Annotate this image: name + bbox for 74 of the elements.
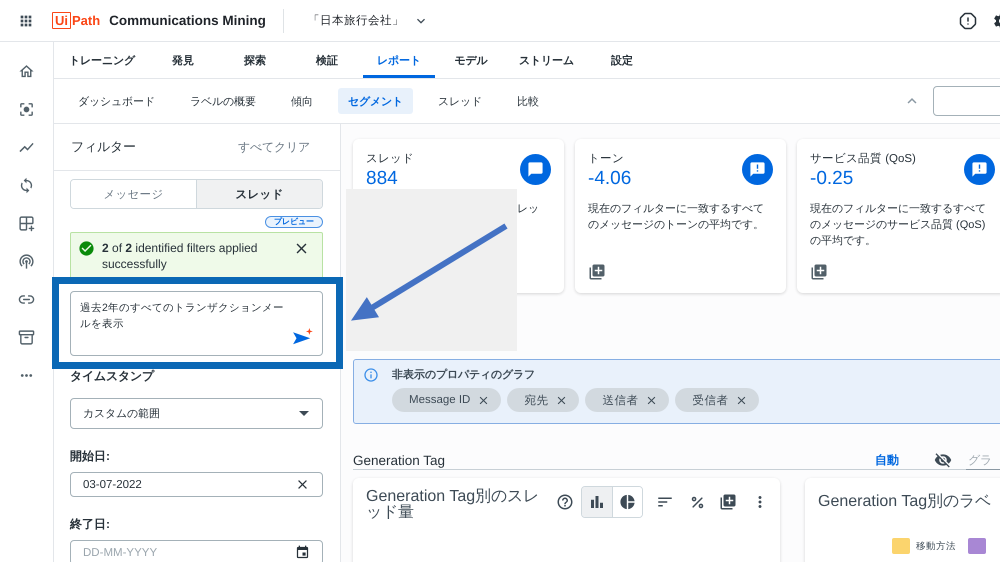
caret-icon xyxy=(299,411,309,416)
sub-tab[interactable]: ラベルの概要 xyxy=(180,88,266,114)
toggle-option[interactable]: スレッド xyxy=(196,180,322,208)
send-icon[interactable] xyxy=(292,328,313,346)
preview-badge: プレビュー xyxy=(265,216,323,228)
project-selector[interactable]: 「日本旅行会社」 xyxy=(308,12,429,28)
field-label: 開始日: xyxy=(70,448,110,464)
library-add-icon[interactable] xyxy=(588,263,606,281)
bar-chart-icon xyxy=(588,493,606,511)
range-select[interactable]: カスタムの範囲 xyxy=(70,398,323,429)
nav-tab[interactable]: トレーニング xyxy=(57,42,147,78)
view-toggle-button[interactable] xyxy=(582,487,612,517)
alert-octagon-icon[interactable] xyxy=(959,12,977,30)
date-field[interactable]: DD-MM-YYYY xyxy=(70,540,323,562)
sub-tab[interactable]: スレッド xyxy=(428,88,492,114)
property-chip[interactable]: Message ID xyxy=(392,388,502,412)
alert-message: 2 of 2 identified filters applied successfully xyxy=(102,240,258,272)
home-icon[interactable] xyxy=(18,63,35,80)
pie-chart-icon xyxy=(619,493,636,511)
percent-icon[interactable] xyxy=(690,494,705,510)
prompt-field[interactable]: 過去2年のすべてのトランザクションメールを表示 xyxy=(70,291,323,356)
nav-tab[interactable]: 探索 xyxy=(219,42,291,78)
nav-tab[interactable]: 発見 xyxy=(147,42,219,78)
sub-tab[interactable]: 比較 xyxy=(507,88,549,114)
panel-title: フィルター xyxy=(71,138,136,156)
view-toggle-button[interactable] xyxy=(612,487,642,517)
eye-off-icon[interactable] xyxy=(934,451,952,469)
info-icon xyxy=(363,367,379,383)
nav-tab[interactable]: 検証 xyxy=(291,42,363,78)
library-add-icon[interactable] xyxy=(810,263,828,281)
chart-title: Generation Tag別のスレッド量 xyxy=(366,489,540,521)
metric-value: -0.25 xyxy=(810,167,854,191)
nav-tab[interactable]: ストリーム xyxy=(507,42,586,78)
metric-value: 884 xyxy=(366,167,398,191)
field-label: 終了日: xyxy=(70,516,110,532)
metric-label: サービス品質 (QoS) xyxy=(810,152,916,167)
banner-title: 非表示のプロパティのグラフ xyxy=(392,368,535,383)
metric-description: 現在のフィルターに一致するすべてのメッセージのサービス品質 (QoS)の平均です。 xyxy=(810,202,987,249)
auto-mode-link[interactable]: 自動 xyxy=(875,452,899,468)
legend-label: 移動方法 xyxy=(916,540,956,552)
grid-plus-icon[interactable] xyxy=(18,215,35,232)
product-name: Communications Mining xyxy=(109,13,266,28)
library-add-icon[interactable] xyxy=(719,493,737,511)
alert-bubble-icon xyxy=(964,154,995,185)
help-icon[interactable] xyxy=(556,493,574,511)
filter-field[interactable]: グラ xyxy=(966,450,1000,470)
property-chip[interactable]: 宛先 xyxy=(507,388,580,412)
metric-label: トーン xyxy=(588,152,624,167)
nav-tab[interactable]: レポート xyxy=(363,42,435,78)
sub-tab[interactable]: ダッシュボード xyxy=(68,88,165,114)
metric-description: レッ xyxy=(516,202,540,217)
apps-grid-icon[interactable] xyxy=(18,12,34,28)
metric-description: 現在のフィルターに一致するすべてのメッセージのトーンの平均です。 xyxy=(588,202,765,233)
nav-tab[interactable]: モデル xyxy=(435,42,507,78)
clear-all-link[interactable]: すべてクリア xyxy=(238,138,310,156)
focus-icon[interactable] xyxy=(18,101,35,118)
chart-title: Generation Tag別のラベ xyxy=(818,494,992,510)
alert-bubble-icon xyxy=(742,154,773,185)
archive-icon[interactable] xyxy=(18,329,35,346)
broadcast-icon[interactable] xyxy=(18,253,35,270)
sub-tab[interactable]: 傾向 xyxy=(281,88,323,114)
calendar-icon[interactable] xyxy=(295,545,310,560)
date-field[interactable]: 03-07-2022 xyxy=(70,472,323,497)
metric-label: スレッド xyxy=(366,152,414,167)
property-chip[interactable]: 送信者 xyxy=(585,388,670,412)
chat-bubble-icon xyxy=(520,154,551,185)
nav-tab[interactable]: 設定 xyxy=(586,42,658,78)
metric-value: -4.06 xyxy=(588,167,632,191)
property-chip[interactable]: 受信者 xyxy=(675,388,760,412)
product-logo: Ui Path xyxy=(52,12,100,29)
sub-tab[interactable]: セグメント xyxy=(338,88,413,114)
section-title: Generation Tag xyxy=(353,452,446,468)
field-label: タイムスタンプ xyxy=(70,368,154,384)
sync-icon[interactable] xyxy=(18,177,35,194)
